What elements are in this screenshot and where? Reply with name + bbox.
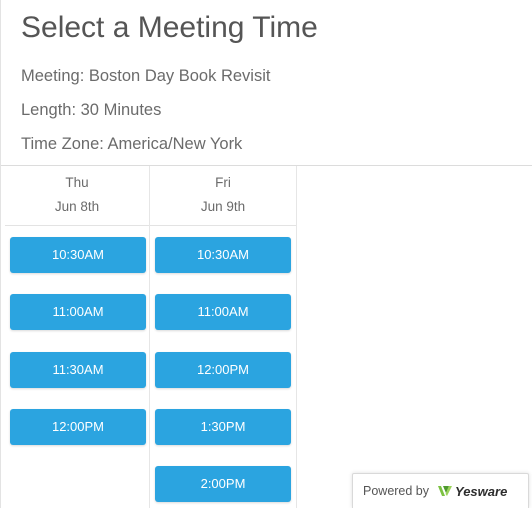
day-date: Jun 9th xyxy=(200,199,246,214)
day-name: Thu xyxy=(65,175,89,190)
meeting-time-zone: Time Zone: America/New York xyxy=(21,135,243,153)
powered-by-yesware-link[interactable]: Powered by Yesware xyxy=(352,473,529,508)
time-slot-button[interactable]: 2:00PM xyxy=(155,466,291,502)
time-slot-button[interactable]: 12:00PM xyxy=(155,352,291,388)
time-slot-button[interactable]: 12:00PM xyxy=(10,409,146,445)
day-header: Fri Jun 9th xyxy=(150,166,296,226)
meeting-name: Meeting: Boston Day Book Revisit xyxy=(21,67,271,85)
powered-by-label: Powered by xyxy=(363,484,430,498)
time-slot-button[interactable]: 11:00AM xyxy=(155,294,291,330)
day-header: Thu Jun 8th xyxy=(5,166,149,226)
time-slot-button[interactable]: 10:30AM xyxy=(10,237,146,273)
yesware-brand-name: Yesware xyxy=(455,483,508,499)
day-column-fri: Fri Jun 9th 10:30AM 11:00AM 12:00PM 1:30… xyxy=(150,166,297,508)
time-slot-button[interactable]: 11:00AM xyxy=(10,294,146,330)
time-slot-button[interactable]: 1:30PM xyxy=(155,409,291,445)
time-slot-button[interactable]: 10:30AM xyxy=(155,237,291,273)
day-column-thu: Thu Jun 8th 10:30AM 11:00AM 11:30AM 12:0… xyxy=(5,166,150,508)
yesware-logo-icon xyxy=(437,484,453,498)
day-name: Fri xyxy=(215,175,231,190)
meeting-header: Select a Meeting Time Meeting: Boston Da… xyxy=(1,0,532,166)
day-date: Jun 8th xyxy=(54,199,100,214)
page-title: Select a Meeting Time xyxy=(21,11,318,44)
time-slot-button[interactable]: 11:30AM xyxy=(10,352,146,388)
meeting-length: Length: 30 Minutes xyxy=(21,101,162,119)
scheduler-page: Select a Meeting Time Meeting: Boston Da… xyxy=(0,0,532,508)
